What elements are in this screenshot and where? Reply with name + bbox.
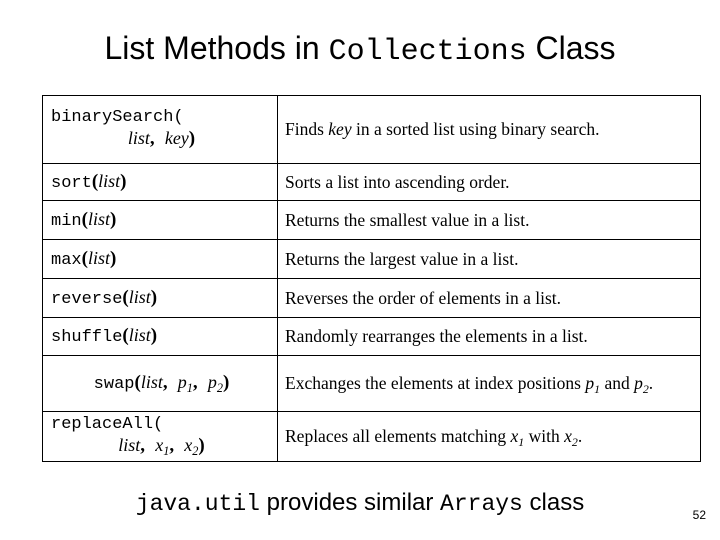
method-description-cell: Returns the largest value in a list. — [277, 239, 701, 279]
table-row: swap(list, p1, p2) Exchanges the element… — [42, 355, 701, 412]
param-p2: p2 — [634, 373, 649, 396]
param-key: key — [328, 119, 352, 139]
method-signature-cell: reverse(list) — [42, 278, 278, 318]
method-signature-cell: binarySearch( list, key) — [42, 95, 278, 164]
footer-note: java.util provides similar Arrays class — [0, 488, 720, 519]
page-title: List Methods in Collections Class — [0, 28, 720, 72]
footer-package-name: java.util — [135, 491, 260, 517]
method-signature-cell: shuffle(list) — [42, 317, 278, 356]
method-description-cell: Reverses the order of elements in a list… — [277, 278, 701, 318]
footer-text-1: provides similar — [260, 489, 441, 516]
table-row: min(list) Returns the smallest value in … — [42, 200, 701, 240]
param-x1: x1 — [510, 426, 525, 449]
method-name: reverse — [51, 289, 123, 309]
page-title-class-name: Collections — [328, 35, 527, 69]
param-x2: x2 — [564, 426, 578, 449]
method-description-cell: Randomly rearranges the elements in a li… — [277, 317, 701, 356]
method-description-cell: Returns the smallest value in a list. — [277, 200, 701, 240]
list-methods-table: binarySearch( list, key) Finds key in a … — [42, 95, 701, 462]
method-name: replaceAll — [51, 415, 154, 434]
method-signature-cell: replaceAll( list, x1, x2) — [42, 411, 278, 462]
param-p1: p1 — [585, 373, 601, 396]
table-body: binarySearch( list, key) Finds key in a … — [42, 95, 701, 462]
page-number: 52 — [692, 508, 706, 522]
page-title-suffix: Class — [526, 30, 616, 66]
method-open-paren: ( — [173, 108, 184, 127]
footer-text-2: class — [522, 489, 585, 516]
method-description-cell: Finds key in a sorted list using binary … — [277, 95, 701, 164]
table-row: reverse(list) Reverses the order of elem… — [42, 278, 701, 318]
footer-class-name: Arrays — [440, 491, 523, 517]
table-row: sort(list) Sorts a list into ascending o… — [42, 163, 701, 201]
method-open-paren: ( — [153, 415, 164, 434]
method-name: binarySearch — [51, 108, 174, 127]
method-name: sort — [51, 173, 92, 193]
method-description-cell: Exchanges the elements at index position… — [277, 355, 701, 412]
method-signature-cell: sort(list) — [42, 163, 278, 201]
page-title-prefix: List Methods in — [104, 30, 329, 66]
method-args-line: list, x1, x2) — [118, 435, 205, 458]
method-signature-cell: swap(list, p1, p2) — [42, 355, 278, 412]
method-description-cell: Replaces all elements matching x1 with x… — [277, 411, 701, 462]
method-signature-cell: min(list) — [42, 200, 278, 240]
method-args-line: list, key) — [127, 128, 196, 149]
method-name: max — [51, 250, 82, 270]
method-name: swap — [93, 375, 135, 394]
table-row: binarySearch( list, key) Finds key in a … — [42, 95, 701, 164]
method-name: shuffle — [51, 328, 123, 347]
table-row: replaceAll( list, x1, x2) Replaces all e… — [42, 411, 701, 462]
table-row: shuffle(list) Randomly rearranges the el… — [42, 317, 701, 356]
method-signature-cell: max(list) — [42, 239, 278, 279]
table-row: max(list) Returns the largest value in a… — [42, 239, 701, 279]
method-name: min — [51, 211, 82, 231]
method-description-cell: Sorts a list into ascending order. — [277, 163, 701, 201]
